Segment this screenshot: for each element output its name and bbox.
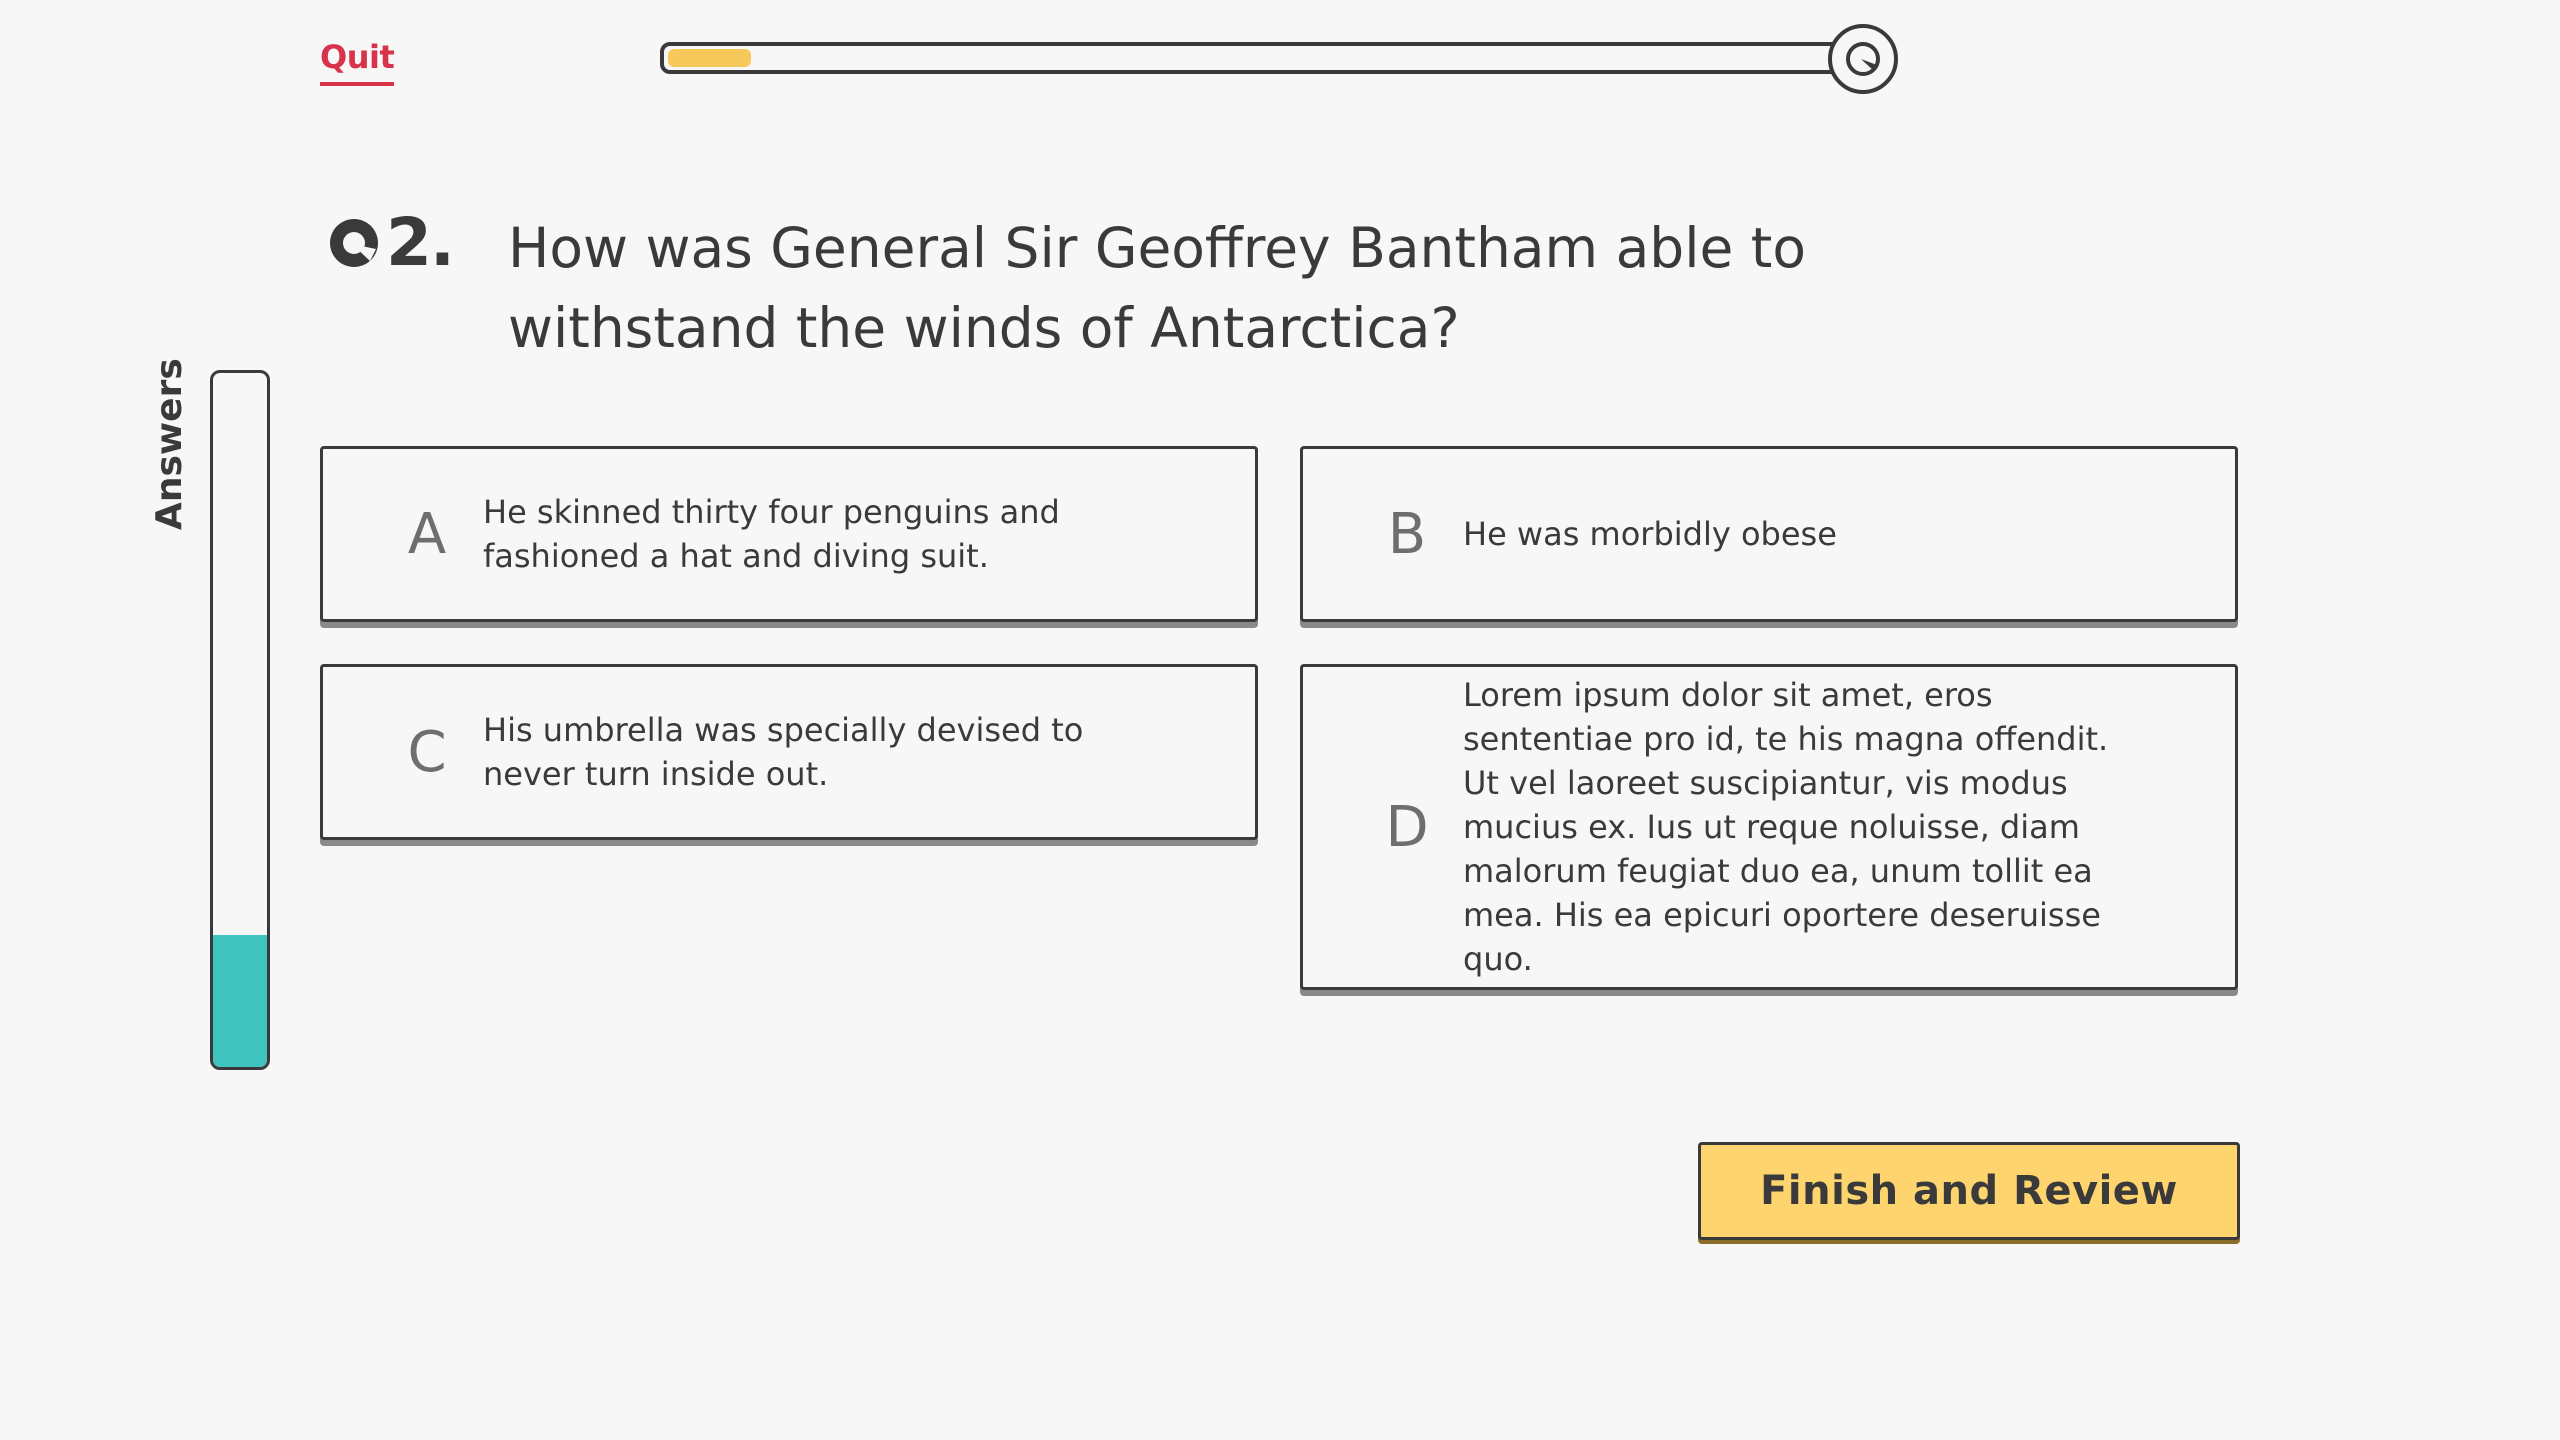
- option-letter: D: [1385, 794, 1429, 860]
- quit-link[interactable]: Quit: [320, 38, 395, 86]
- answers-meter: [210, 370, 270, 1070]
- option-text: He skinned thirty four penguins and fash…: [483, 493, 1060, 575]
- option-text: Lorem ipsum dolor sit amet, eros sentent…: [1463, 676, 2109, 978]
- finish-and-review-button[interactable]: Finish and Review: [1698, 1142, 2240, 1240]
- option-letter: C: [407, 719, 447, 785]
- question-number-text: 2.: [386, 204, 455, 281]
- answer-option-b[interactable]: B He was morbidly obese: [1300, 446, 2238, 622]
- option-text: He was morbidly obese: [1463, 515, 1837, 553]
- option-letter: B: [1387, 501, 1427, 567]
- answer-option-a[interactable]: A He skinned thirty four penguins and fa…: [320, 446, 1258, 622]
- answer-option-d[interactable]: D Lorem ipsum dolor sit amet, eros sente…: [1300, 664, 2238, 990]
- option-letter: A: [407, 501, 447, 567]
- quiz-logo-icon: [330, 218, 378, 267]
- progress-end-marker: [1828, 24, 1898, 94]
- quiz-progress-fill: [668, 49, 751, 67]
- question-text: How was General Sir Geoffrey Bantham abl…: [508, 216, 1807, 360]
- answers-meter-label: Answers: [149, 358, 190, 530]
- question-number: 2.: [326, 204, 455, 281]
- answer-option-c[interactable]: C His umbrella was specially devised to …: [320, 664, 1258, 840]
- answers-meter-fill: [213, 935, 267, 1067]
- option-text: His umbrella was specially devised to ne…: [483, 711, 1084, 793]
- quiz-progress-bar: [660, 42, 1860, 74]
- quiz-logo-icon: [1846, 42, 1880, 76]
